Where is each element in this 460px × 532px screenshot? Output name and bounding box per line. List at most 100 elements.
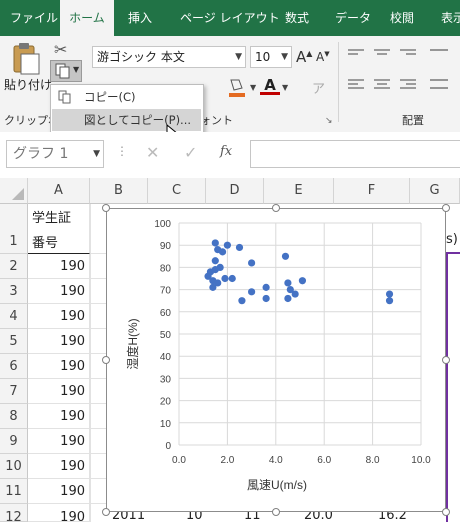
paste-icon — [13, 43, 40, 75]
insert-function-icon[interactable]: fx — [220, 144, 232, 159]
data-point[interactable] — [284, 279, 292, 287]
data-point[interactable] — [298, 277, 307, 285]
row-header-10[interactable]: 10 — [0, 454, 28, 479]
data-point[interactable] — [248, 259, 256, 267]
tab-home[interactable]: ホーム — [60, 0, 114, 36]
formula-input[interactable] — [250, 140, 460, 168]
chevron-down-icon[interactable]: ▼ — [73, 65, 79, 74]
column-header-d[interactable]: D — [206, 178, 264, 204]
tab-formulas[interactable]: 数式 — [285, 0, 309, 36]
row-header-1[interactable]: 1 — [0, 204, 28, 254]
cell-g1-partial[interactable]: s) — [446, 232, 458, 247]
font-size-select[interactable]: 10 ▼ — [250, 46, 292, 68]
column-header-g[interactable]: G — [410, 178, 460, 204]
paste-button[interactable] — [8, 42, 42, 80]
dialog-launcher-icon[interactable]: ↘ — [325, 116, 333, 126]
cell-a6[interactable]: 190 — [28, 354, 90, 379]
data-point[interactable] — [248, 288, 256, 296]
row-header-3[interactable]: 3 — [0, 279, 28, 304]
cell-a4[interactable]: 190 — [28, 304, 90, 329]
resize-handle-top-left[interactable] — [102, 204, 110, 212]
cell-a3[interactable]: 190 — [28, 279, 90, 304]
font-name-select[interactable]: 游ゴシック 本文 ▼ — [92, 46, 246, 68]
cell-a10[interactable]: 190 — [28, 454, 90, 479]
cell-a1[interactable]: 学生証 番号 — [28, 204, 90, 254]
paste-label[interactable]: 貼り付け — [4, 76, 52, 93]
select-all-corner[interactable] — [0, 178, 28, 204]
data-point[interactable] — [281, 252, 290, 260]
cell-a5[interactable]: 190 — [28, 329, 90, 354]
column-header-a[interactable]: A — [28, 178, 90, 204]
resize-handle-bottom-right[interactable] — [442, 508, 450, 516]
increase-font-size-icon[interactable]: A▲ — [296, 48, 312, 66]
data-point[interactable] — [385, 290, 394, 298]
data-point[interactable] — [262, 294, 270, 303]
tab-data[interactable]: データ — [335, 0, 371, 36]
row-header-2[interactable]: 2 — [0, 254, 28, 279]
fill-color-button[interactable] — [226, 76, 248, 98]
column-header-f[interactable]: F — [334, 178, 410, 204]
phonetic-icon[interactable]: ア — [312, 78, 325, 97]
tab-page-layout[interactable]: ページ レイアウト — [180, 0, 280, 36]
more-options-icon[interactable]: ⋮ — [116, 144, 128, 158]
chevron-down-icon[interactable]: ▼ — [282, 83, 288, 92]
data-point[interactable] — [223, 241, 231, 249]
cell-a9[interactable]: 190 — [28, 429, 90, 454]
chevron-down-icon[interactable]: ▼ — [250, 83, 256, 92]
data-point[interactable] — [211, 239, 219, 247]
tab-review[interactable]: 校閲 — [390, 0, 414, 36]
cell-a7[interactable]: 190 — [28, 379, 90, 404]
tab-file[interactable]: ファイル — [10, 0, 58, 36]
row-header-7[interactable]: 7 — [0, 379, 28, 404]
cancel-icon[interactable]: ✕ — [146, 143, 159, 162]
column-header-e[interactable]: E — [264, 178, 334, 204]
cell-a11[interactable]: 190 — [28, 479, 90, 504]
resize-handle-top-right[interactable] — [442, 204, 450, 212]
data-point[interactable] — [218, 248, 227, 256]
confirm-icon[interactable]: ✓ — [184, 143, 197, 162]
y-axis-title: 湿度H(%) — [125, 318, 140, 369]
x-tick-label: 0.0 — [172, 455, 186, 466]
resize-handle-bottom[interactable] — [272, 508, 280, 516]
data-point[interactable] — [216, 263, 224, 271]
chevron-down-icon: ▼ — [235, 52, 242, 62]
grid-line — [90, 378, 106, 379]
resize-handle-right[interactable] — [442, 356, 450, 364]
font-color-icon[interactable]: A — [260, 76, 280, 98]
row-header-5[interactable]: 5 — [0, 329, 28, 354]
cell-a1-line1: 学生証 — [32, 211, 72, 226]
cell-a12[interactable]: 190 — [28, 504, 90, 525]
data-point[interactable] — [211, 257, 219, 265]
row-header-11[interactable]: 11 — [0, 479, 28, 504]
data-point[interactable] — [284, 294, 292, 303]
row-header-12[interactable]: 12 — [0, 504, 28, 525]
cell-a2[interactable]: 190 — [28, 254, 90, 279]
tab-view[interactable]: 表示 — [441, 0, 460, 36]
chevron-down-icon: ▼ — [281, 52, 288, 62]
resize-handle-bottom-left[interactable] — [102, 508, 110, 516]
data-point[interactable] — [235, 243, 244, 252]
menu-item-copy[interactable]: コピー(C) — [52, 86, 201, 108]
decrease-font-size-icon[interactable]: A▼ — [316, 50, 330, 64]
row-header-4[interactable]: 4 — [0, 304, 28, 329]
cell-a8[interactable]: 190 — [28, 404, 90, 429]
chart-area[interactable]: 0 10 20 30 40 50 60 70 80 90 100 0.0 2.0 4.0 6.0 8.0 10… — [106, 208, 446, 512]
column-header-c[interactable]: C — [148, 178, 206, 204]
resize-handle-top[interactable] — [272, 204, 280, 212]
name-box[interactable]: グラフ 1 ▼ — [6, 140, 104, 168]
data-point[interactable] — [228, 274, 236, 283]
column-header-b[interactable]: B — [90, 178, 148, 204]
data-point[interactable] — [238, 297, 246, 305]
data-point[interactable] — [221, 274, 229, 283]
row-header-9[interactable]: 9 — [0, 429, 28, 454]
tab-insert[interactable]: 挿入 — [128, 0, 152, 36]
row-header-6[interactable]: 6 — [0, 354, 28, 379]
resize-handle-left[interactable] — [102, 356, 110, 364]
data-point[interactable] — [286, 286, 294, 294]
copy-split-button[interactable]: ▼ — [50, 60, 82, 82]
data-point[interactable] — [209, 283, 217, 291]
data-point[interactable] — [262, 283, 270, 291]
row-header-8[interactable]: 8 — [0, 404, 28, 429]
cut-icon[interactable]: ✂ — [54, 40, 67, 59]
data-point[interactable] — [385, 297, 394, 305]
